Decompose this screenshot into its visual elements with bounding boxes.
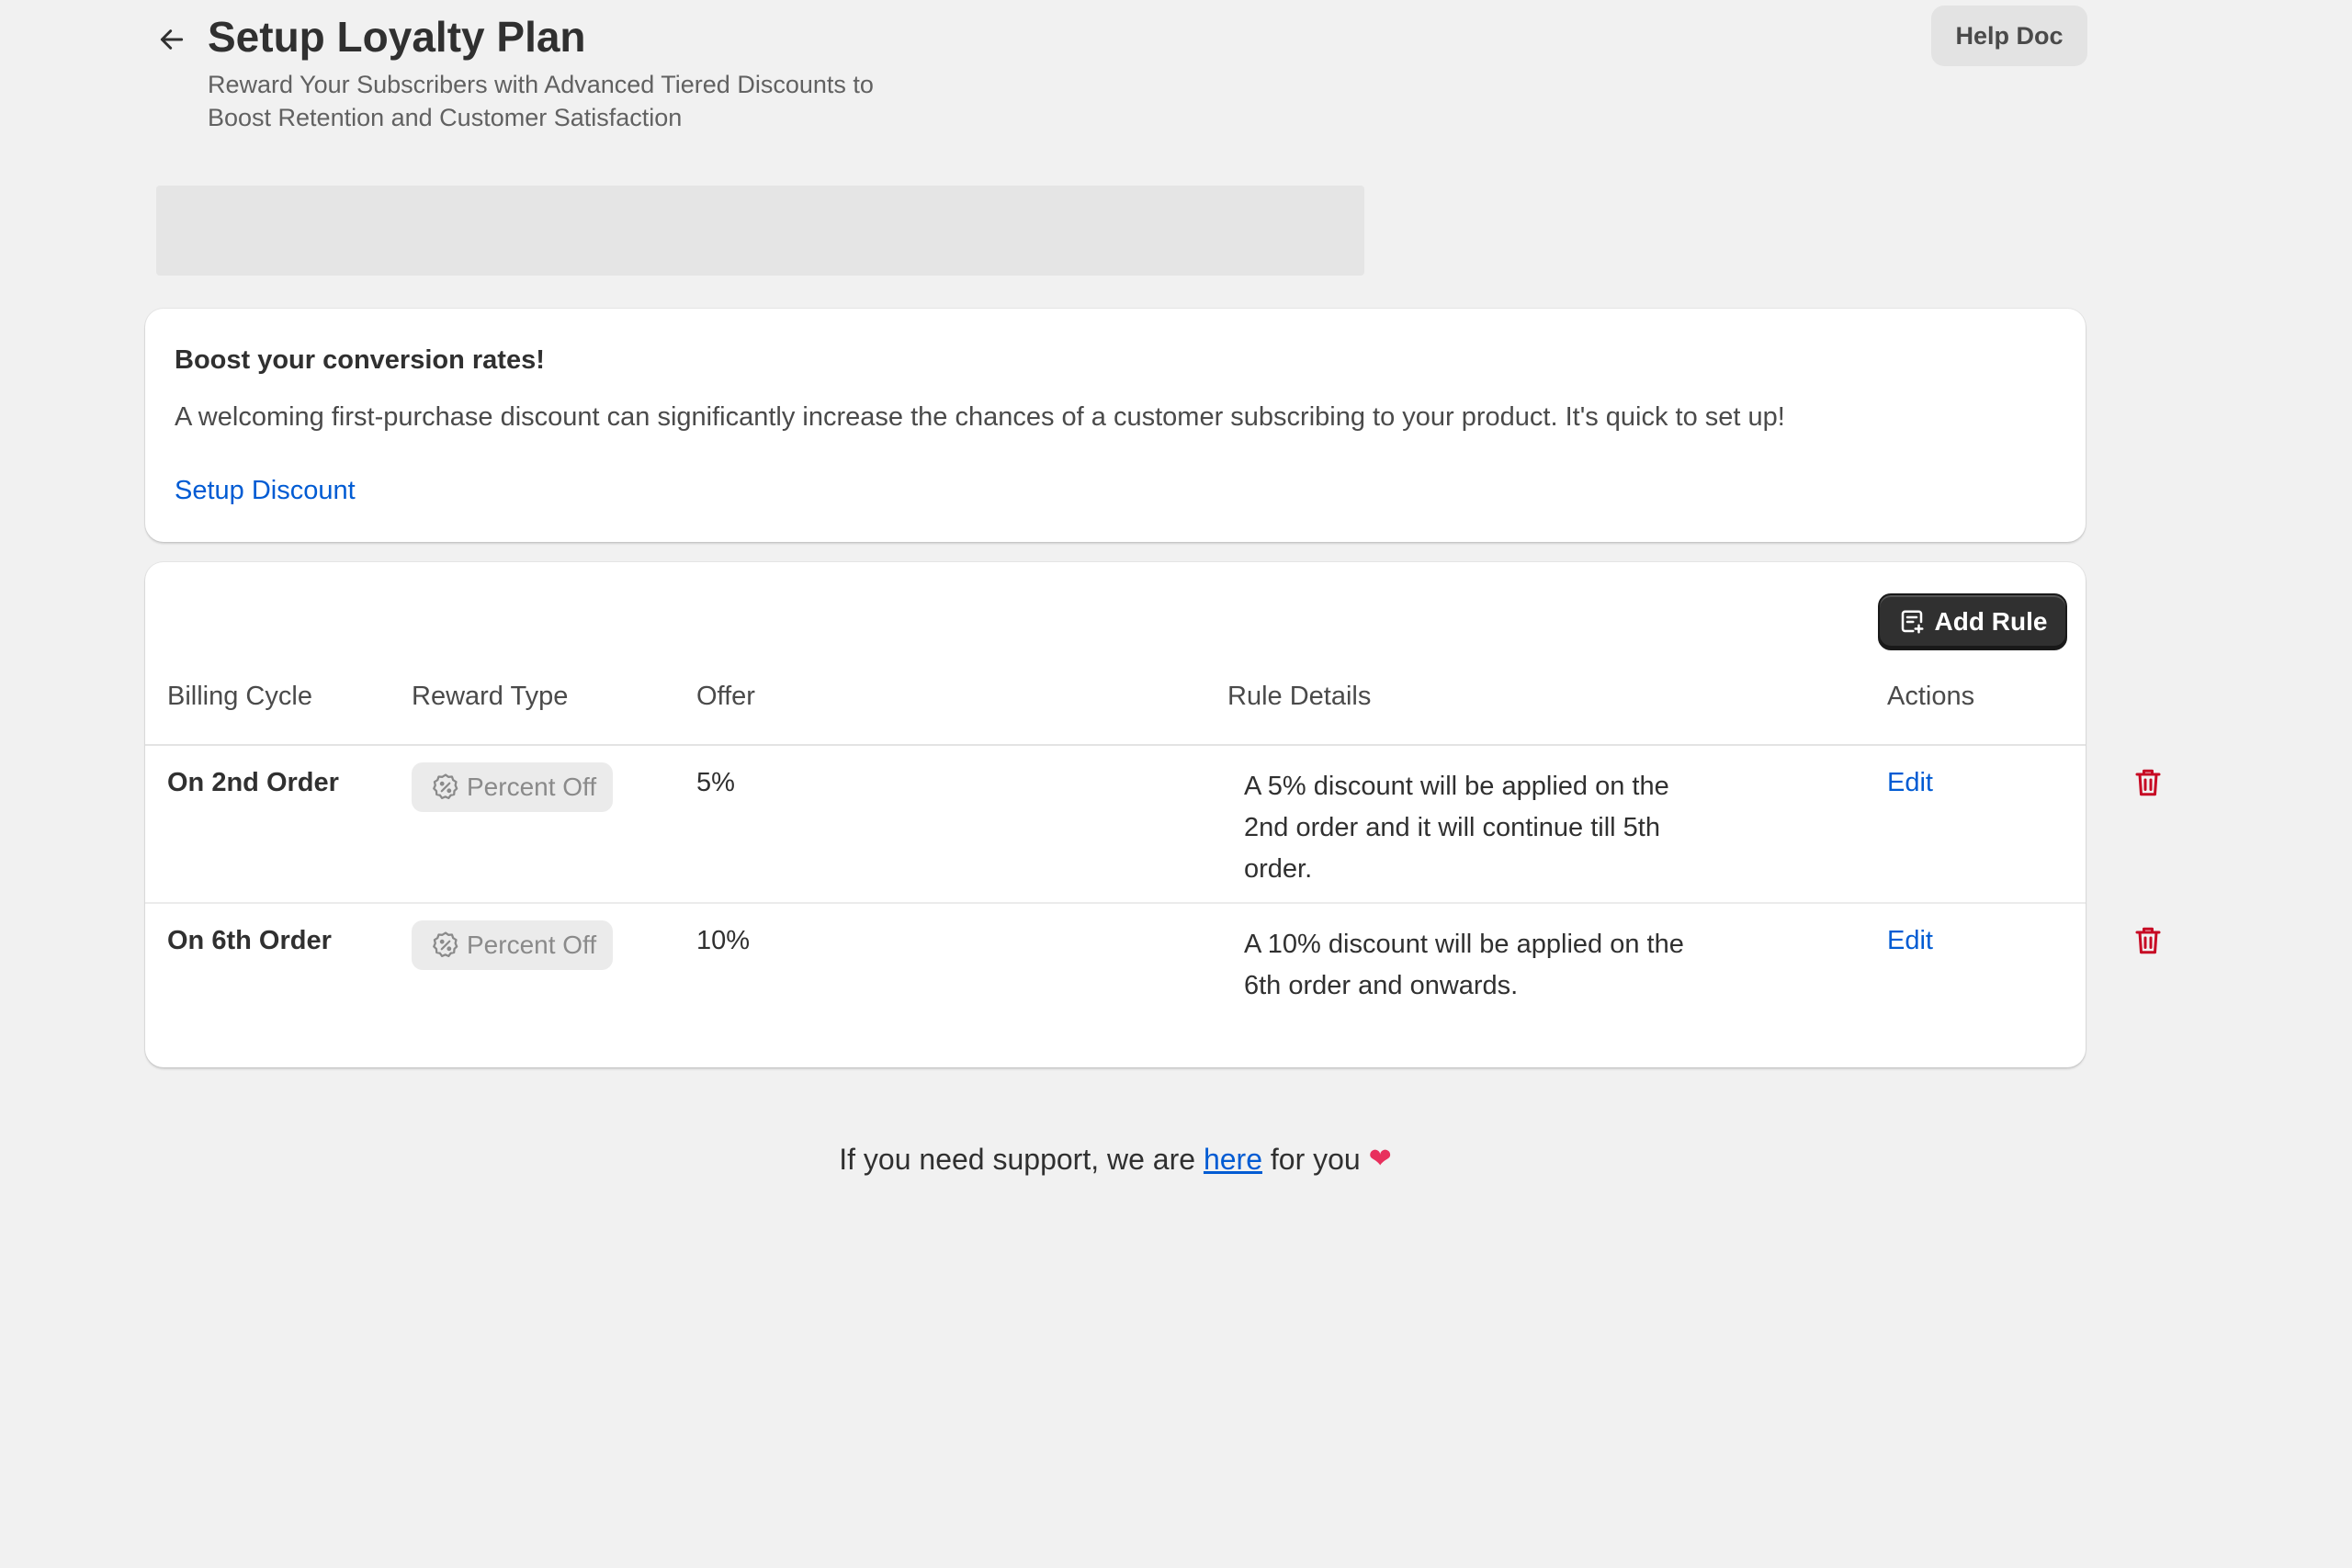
edit-rule-link[interactable]: Edit — [1887, 926, 1933, 956]
support-link[interactable]: here — [1204, 1143, 1262, 1176]
column-header-actions: Actions — [1887, 682, 1975, 711]
loading-skeleton — [156, 186, 1364, 276]
reward-type-badge: Percent Off — [412, 920, 614, 970]
offer-cell: 5% — [696, 768, 735, 797]
page-title: Setup Loyalty Plan — [208, 13, 586, 61]
add-rule-icon — [1901, 610, 1924, 634]
discount-badge-icon — [433, 773, 458, 800]
table-row: On 2nd Order Percent Off 5% A 5% discoun… — [145, 746, 2161, 904]
billing-cycle-cell: On 6th Order — [167, 926, 332, 955]
loyalty-rules-card: Add Rule Billing Cycle Reward Type Offer… — [145, 562, 2161, 1067]
offer-cell: 10% — [696, 926, 751, 955]
rule-details-cell: A 5% discount will be applied on the 2nd… — [1244, 766, 1758, 890]
delete-rule-button[interactable] — [2132, 924, 2168, 961]
reward-type-label: Percent Off — [467, 773, 597, 801]
column-header-offer: Offer — [696, 682, 755, 711]
footer-prefix: If you need support, we are — [839, 1143, 1196, 1176]
billing-cycle-cell: On 2nd Order — [167, 768, 339, 797]
support-footer: If you need support, we are here for you… — [0, 1143, 2231, 1177]
column-header-rule-details: Rule Details — [1227, 682, 1372, 711]
conversion-banner: Boost your conversion rates! A welcoming… — [145, 309, 2086, 542]
trash-icon — [2135, 769, 2161, 796]
edit-rule-link[interactable]: Edit — [1887, 768, 1933, 798]
add-rule-label: Add Rule — [1934, 607, 2048, 636]
setup-discount-link[interactable]: Setup Discount — [175, 476, 356, 506]
banner-text: A welcoming first-purchase discount can … — [175, 402, 1785, 432]
page-subtitle-line: Boost Retention and Customer Satisfactio… — [208, 104, 683, 131]
help-doc-button[interactable]: Help Doc — [1931, 6, 2087, 66]
footer-suffix: for you — [1270, 1143, 1361, 1176]
rule-details-line: A 10% discount will be applied on the — [1244, 930, 1684, 959]
banner-title: Boost your conversion rates! — [175, 345, 545, 375]
column-header-reward-type: Reward Type — [412, 682, 569, 711]
back-button[interactable] — [153, 20, 191, 59]
add-rule-button[interactable]: Add Rule — [1878, 593, 2067, 650]
table-row: On 6th Order Percent Off 10% A 10% disco… — [145, 904, 2161, 1032]
arrow-left-icon — [160, 29, 184, 50]
page-subtitle: Reward Your Subscribers with Advanced Ti… — [208, 68, 961, 134]
rule-details-line: 2nd order and it will continue till 5th — [1244, 813, 1660, 842]
trash-icon — [2135, 927, 2161, 954]
rule-details-line: A 5% discount will be applied on the — [1244, 772, 1669, 801]
reward-type-label: Percent Off — [467, 931, 597, 959]
discount-badge-icon — [433, 931, 458, 958]
page-subtitle-line: Reward Your Subscribers with Advanced Ti… — [208, 71, 874, 98]
heart-icon: ❤ — [1368, 1144, 1392, 1174]
rule-details-line: 6th order and onwards. — [1244, 971, 1519, 1000]
reward-type-badge: Percent Off — [412, 762, 614, 812]
rule-details-cell: A 10% discount will be applied on the 6t… — [1244, 924, 1758, 1007]
delete-rule-button[interactable] — [2132, 766, 2168, 803]
rule-details-line: order. — [1244, 854, 1313, 884]
column-header-billing-cycle: Billing Cycle — [167, 682, 312, 711]
